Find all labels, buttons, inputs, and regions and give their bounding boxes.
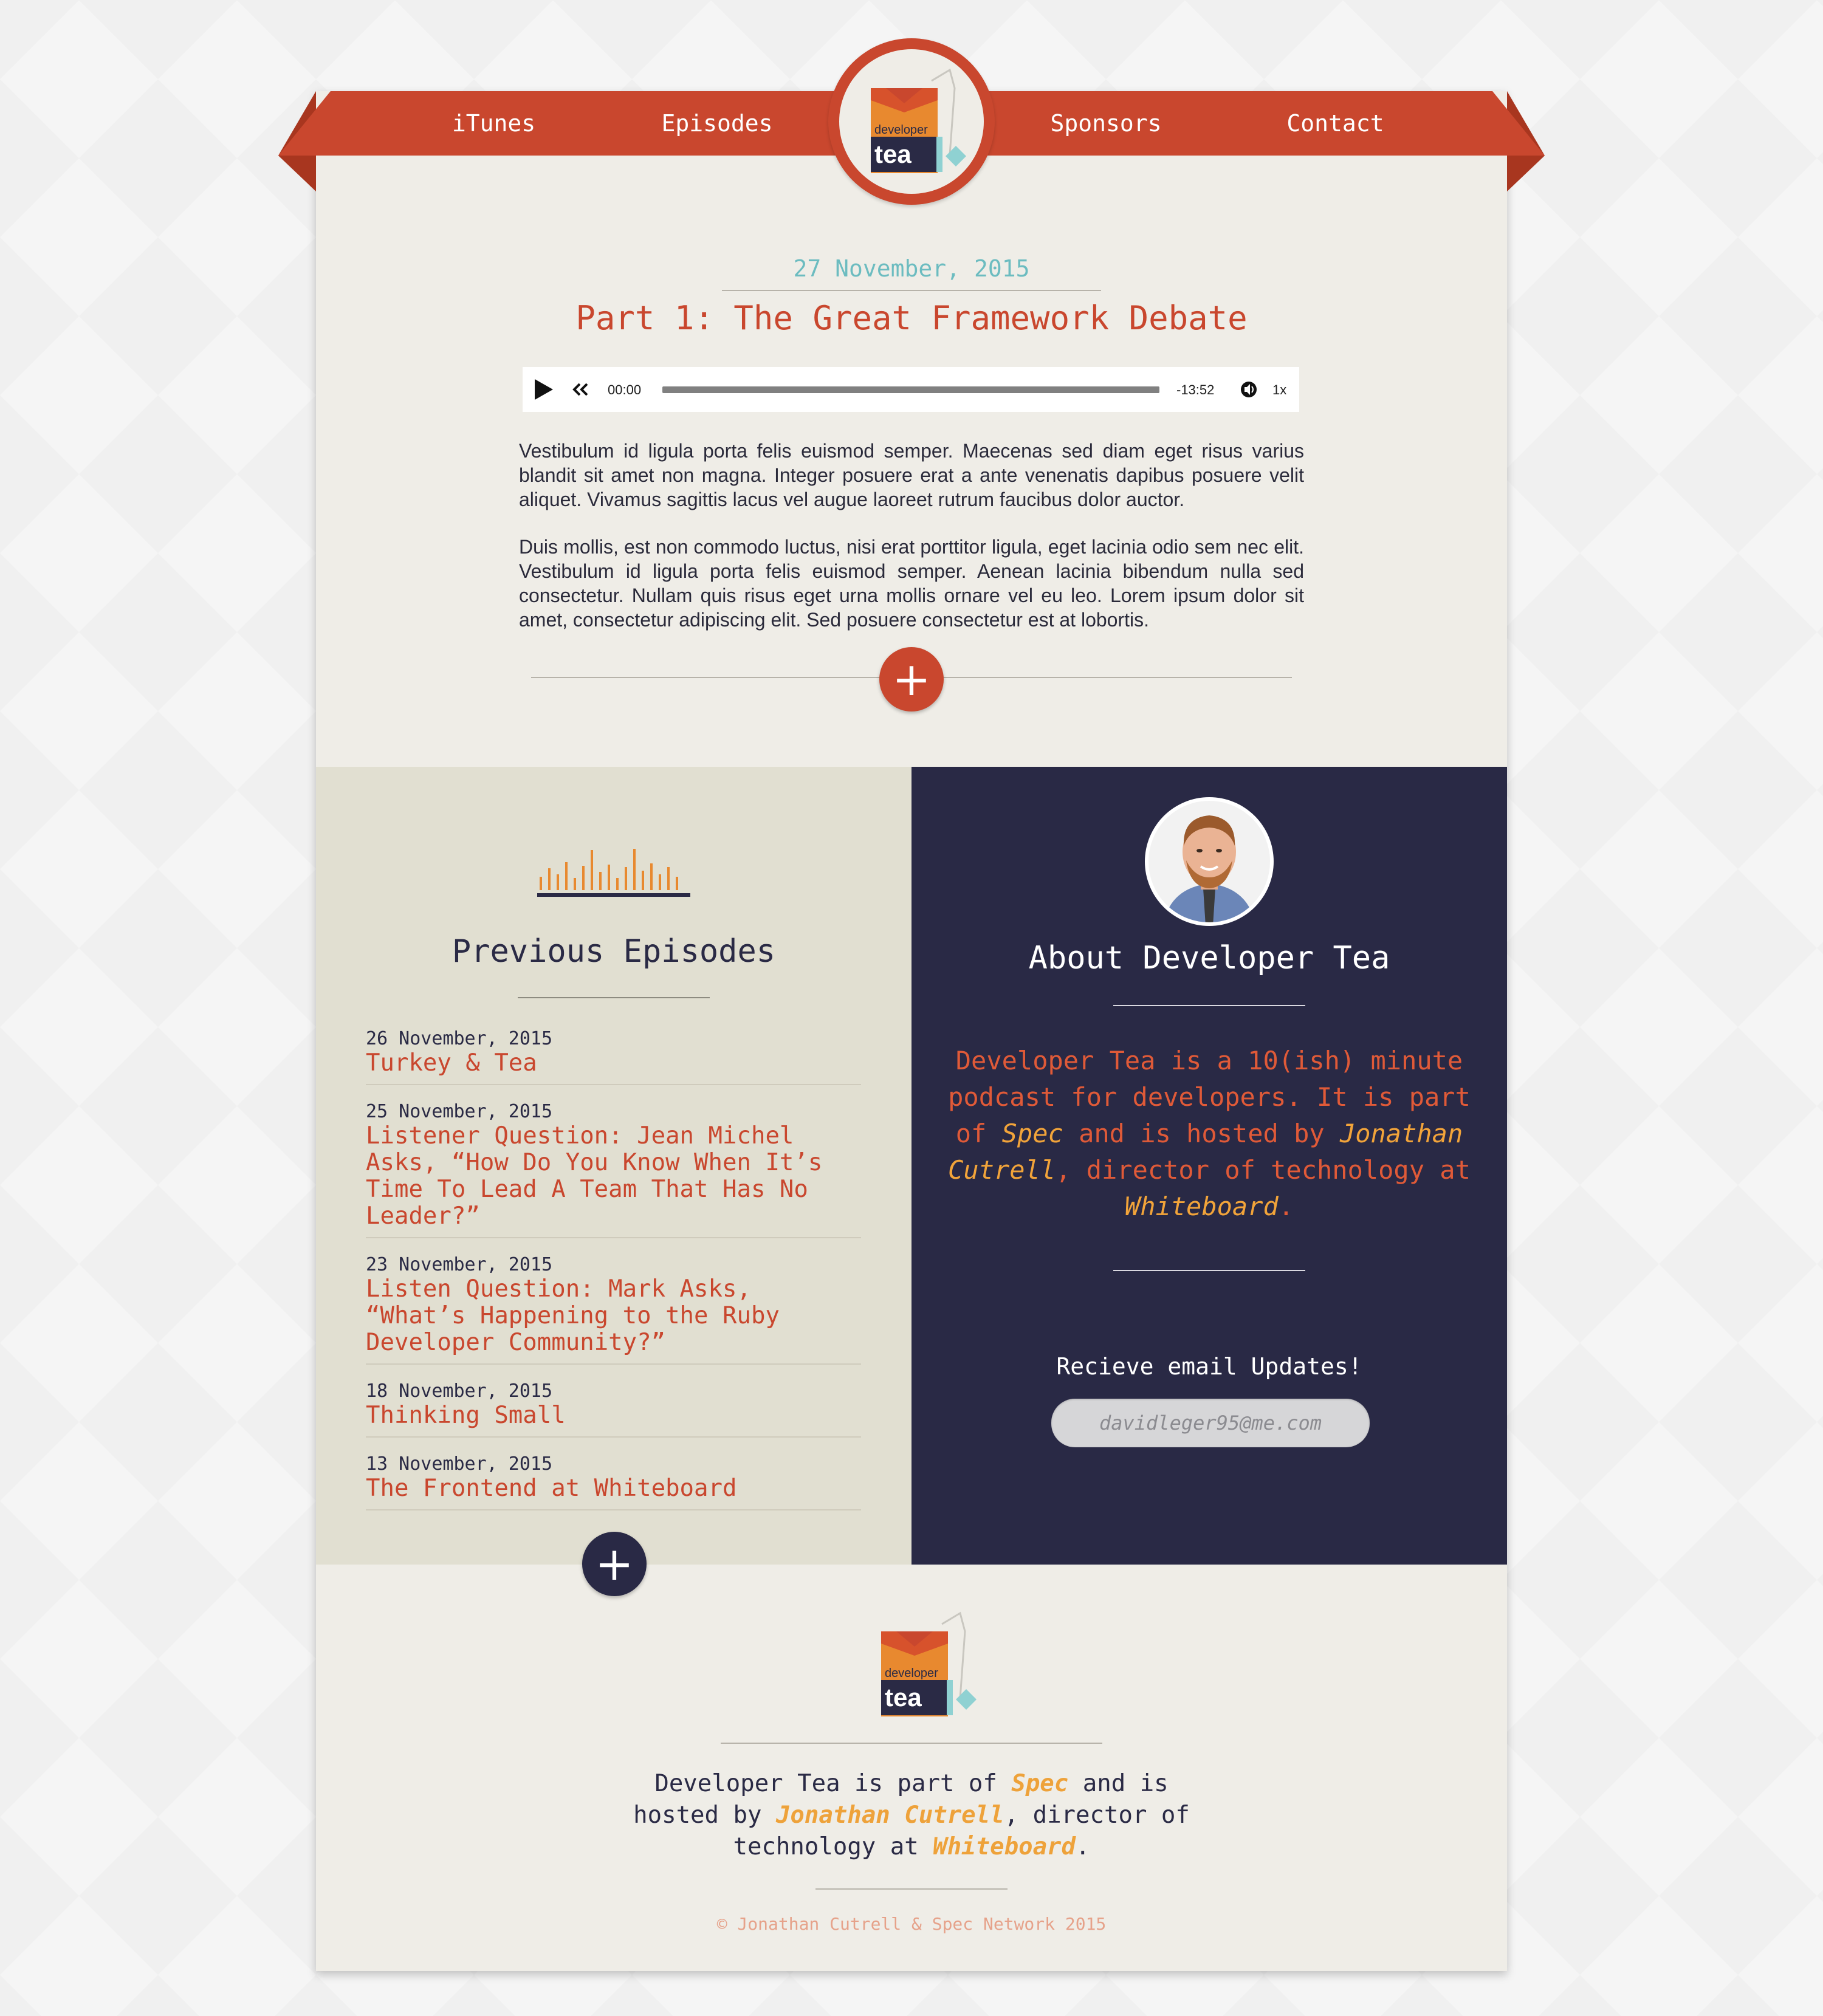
svg-text:tea: tea <box>885 1683 922 1712</box>
about-text: . <box>1278 1191 1294 1221</box>
featured-episode-date: 27 November, 2015 <box>793 255 1030 282</box>
episode-link[interactable]: The Frontend at Whiteboard <box>366 1475 861 1502</box>
nav-item-contact[interactable]: Contact <box>1258 91 1413 156</box>
episode-link[interactable]: Listen Question: Mark Asks, “What’s Happ… <box>366 1276 861 1356</box>
footer-text: . <box>1076 1833 1090 1860</box>
play-icon[interactable] <box>532 378 554 405</box>
speed-control[interactable]: 1x <box>1272 382 1286 398</box>
nav-item-sponsors[interactable]: Sponsors <box>1021 91 1191 156</box>
episode-description-paragraph: Duis mollis, est non commodo luctus, nis… <box>519 536 1304 631</box>
divider <box>518 997 710 998</box>
host-avatar <box>1145 797 1274 926</box>
audio-waveform-icon <box>537 849 690 897</box>
episode-date: 26 November, 2015 <box>366 1028 553 1049</box>
svg-text:tea: tea <box>874 140 912 168</box>
episode-list-item: 18 November, 2015 Thinking Small <box>366 1380 861 1438</box>
volume-icon[interactable] <box>1240 380 1258 402</box>
company-link[interactable]: Whiteboard <box>1125 1191 1279 1221</box>
tea-bag-logo-icon: developer tea <box>881 1611 977 1716</box>
expand-description-button[interactable]: + <box>879 647 944 711</box>
about-text: and is hosted by <box>1063 1119 1340 1148</box>
episode-date: 13 November, 2015 <box>366 1453 553 1475</box>
logo-badge[interactable]: developer tea <box>828 38 995 205</box>
episode-date: 25 November, 2015 <box>366 1101 553 1122</box>
episode-date: 23 November, 2015 <box>366 1254 553 1275</box>
remaining-time: -13:52 <box>1176 382 1215 397</box>
episode-link[interactable]: Listener Question: Jean Michel Asks, “Ho… <box>366 1123 861 1230</box>
copyright: © Jonathan Cutrell & Spec Network 2015 <box>716 1914 1107 1934</box>
about-description: Developer Tea is a 10(ish) minute podcas… <box>948 1043 1471 1225</box>
svg-text:developer: developer <box>874 123 928 137</box>
company-link[interactable]: Whiteboard <box>933 1833 1076 1860</box>
footer-text: Developer Tea is part of <box>654 1770 1012 1797</box>
episode-link[interactable]: Thinking Small <box>366 1402 861 1429</box>
host-link[interactable]: Jonathan Cutrell <box>776 1802 1004 1829</box>
episode-description-paragraph: Vestibulum id ligula porta felis euismod… <box>519 440 1304 510</box>
rewind-icon[interactable] <box>571 383 589 400</box>
episode-list-item: 26 November, 2015 Turkey & Tea <box>366 1028 861 1085</box>
nav-item-episodes[interactable]: Episodes <box>632 91 802 156</box>
divider <box>721 1743 1102 1744</box>
audio-player: 00:00 -13:52 1x <box>523 367 1299 412</box>
featured-episode-title[interactable]: Part 1: The Great Framework Debate <box>486 299 1337 337</box>
current-time: 00:00 <box>608 382 642 397</box>
previous-episodes-title: Previous Episodes <box>451 933 776 970</box>
spec-link[interactable]: Spec <box>1011 1770 1068 1797</box>
episode-date: 18 November, 2015 <box>366 1380 553 1402</box>
divider <box>815 1888 1008 1890</box>
about-text: , director of technology at <box>1056 1155 1471 1185</box>
load-more-episodes-button[interactable]: + <box>582 1532 647 1596</box>
spec-link[interactable]: Spec <box>1002 1119 1063 1148</box>
episode-list-item: 13 November, 2015 The Frontend at Whiteb… <box>366 1453 861 1510</box>
divider <box>1113 1005 1305 1006</box>
svg-text:developer: developer <box>885 1667 938 1680</box>
divider <box>1113 1270 1305 1271</box>
episode-list-item: 25 November, 2015 Listener Question: Jea… <box>366 1101 861 1238</box>
tea-bag-logo-icon: developer tea <box>871 68 966 173</box>
subscribe-label: Recieve email Updates! <box>1056 1353 1362 1380</box>
footer-description: Developer Tea is part of Spec and is hos… <box>626 1768 1197 1863</box>
episode-list-item: 23 November, 2015 Listen Question: Mark … <box>366 1254 861 1365</box>
email-field[interactable] <box>1051 1399 1370 1447</box>
episode-link[interactable]: Turkey & Tea <box>366 1050 861 1077</box>
about-title: About Developer Tea <box>1028 940 1390 976</box>
divider <box>722 290 1101 291</box>
progress-track[interactable] <box>662 386 1159 393</box>
episode-list: 26 November, 2015 Turkey & Tea 25 Novemb… <box>366 1028 861 1526</box>
nav-item-itunes[interactable]: iTunes <box>413 91 574 156</box>
